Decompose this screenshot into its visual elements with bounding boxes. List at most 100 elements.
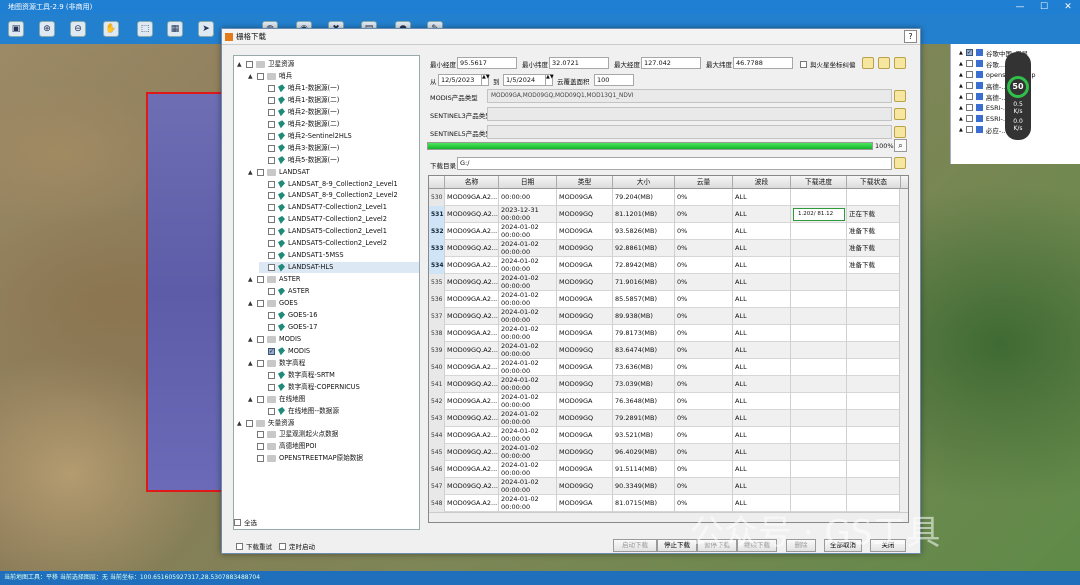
download-dir-folder-icon[interactable] (894, 157, 906, 169)
cloud-cover-input[interactable]: 100 (594, 74, 634, 86)
tree-node[interactable]: 卫星观测起火点数据 (248, 429, 419, 440)
expand-icon[interactable]: ▲ (248, 167, 254, 178)
expand-icon[interactable]: ▲ (248, 358, 254, 369)
tree-checkbox[interactable] (268, 288, 275, 296)
tree-node[interactable]: 哨兵2-数据源(一) (259, 107, 419, 118)
tree-checkbox[interactable] (268, 371, 275, 379)
column-header[interactable]: 波段 (733, 176, 791, 189)
layer-item[interactable]: ▲ 高德-... (959, 80, 1007, 91)
to-date-spinner[interactable]: ▲▼ (545, 74, 554, 86)
max-lat-input[interactable]: 46.7788 (733, 57, 793, 69)
tree-node[interactable]: 在线地图--数据源 (259, 406, 419, 417)
tree-checkbox[interactable] (257, 359, 264, 367)
start-download-button[interactable]: 启动下载 (613, 539, 657, 552)
select-all-checkbox[interactable]: 全选 (234, 517, 257, 527)
expand-icon[interactable]: ▲ (248, 394, 254, 405)
expand-icon[interactable]: ▲ (248, 298, 254, 309)
retry-box[interactable] (236, 542, 243, 550)
table-row[interactable]: 537 MOD09GQ.A2... 2024-01-02 00:00:00 MOD09G… (429, 308, 908, 325)
tree-checkbox[interactable] (257, 168, 264, 176)
tree-checkbox[interactable] (268, 216, 275, 224)
tree-checkbox[interactable] (268, 240, 275, 248)
tree-node[interactable]: ▲ 在线地图 (248, 394, 419, 405)
modis-product-edit-icon[interactable] (894, 90, 906, 102)
tree-node[interactable]: LANDSAT7-Collection2_Level2 (259, 214, 419, 225)
tree-node[interactable]: 数字高程-SRTM (259, 370, 419, 381)
dialog-help-icon[interactable]: ? (904, 30, 917, 43)
tree-node[interactable]: ASTER (259, 286, 419, 297)
retry-checkbox[interactable]: 下载重试 (236, 541, 272, 551)
tree-node[interactable]: LANDSAT-HLS (259, 262, 419, 274)
table-row[interactable]: 530 MOD09GA.A2... 00:00:00 MOD09GA 79.204(MB… (429, 189, 908, 206)
download-dir-input[interactable]: G:/ (457, 157, 892, 170)
tree-checkbox[interactable] (268, 407, 275, 415)
layer-item[interactable]: ▲ 必应-... (959, 124, 1007, 135)
min-lon-input[interactable]: 95.5617 (457, 57, 517, 69)
map-pick-icon[interactable] (862, 57, 874, 69)
table-row[interactable]: 534 MOD09GA.A2... 2024-01-02 00:00:00 MOD09G… (429, 257, 908, 274)
tree-node[interactable]: LANDSAT_8-9_Collection2_Level1 (259, 179, 419, 190)
tree-checkbox[interactable] (268, 156, 275, 164)
layer-item[interactable]: ▲ ESRI-... (959, 113, 1009, 124)
column-header[interactable] (901, 176, 908, 189)
table-row[interactable]: 533 MOD09GQ.A2... 2024-01-02 00:00:00 MOD09G… (429, 240, 908, 257)
import-extent-icon[interactable] (878, 57, 890, 69)
tree-node[interactable]: LANDSAT5-Collection2_Level2 (259, 238, 419, 249)
table-row[interactable]: 545 MOD09GQ.A2... 2024-01-02 00:00:00 MOD09G… (429, 444, 908, 461)
tree-checkbox[interactable] (268, 311, 275, 319)
mars-correction-box[interactable] (800, 60, 807, 68)
layer-item[interactable]: ▲ ESRI-... (959, 102, 1009, 113)
tree-node[interactable]: ▲ 卫星资源 (237, 59, 419, 70)
tree-node[interactable]: LANDSAT1-5MSS (259, 250, 419, 261)
table-row[interactable]: 547 MOD09GQ.A2... 2024-01-02 00:00:00 MOD09G… (429, 478, 908, 495)
tree-node[interactable]: 哨兵5-数据源(一) (259, 155, 419, 166)
layer-checkbox[interactable] (965, 82, 973, 89)
tree-checkbox[interactable] (268, 204, 275, 212)
tree-checkbox[interactable] (268, 96, 275, 104)
layer-checkbox[interactable] (965, 126, 973, 133)
close-icon[interactable]: ✕ (1062, 1, 1074, 13)
tree-checkbox[interactable] (268, 323, 275, 331)
table-row[interactable]: 539 MOD09GQ.A2... 2024-01-02 00:00:00 MOD09G… (429, 342, 908, 359)
max-lon-input[interactable]: 127.042 (641, 57, 701, 69)
tree-checkbox[interactable] (257, 276, 264, 284)
layer-checkbox[interactable]: ✓ (965, 49, 973, 56)
pan-hand-icon[interactable]: ✋ (103, 21, 119, 37)
sentinel3-product-edit-icon[interactable] (894, 108, 906, 120)
tree-checkbox[interactable] (268, 84, 275, 92)
layer-checkbox[interactable] (965, 60, 973, 67)
tree-checkbox[interactable] (268, 252, 275, 260)
tree-checkbox[interactable] (268, 180, 275, 188)
folder-open-icon[interactable] (894, 57, 906, 69)
expand-icon[interactable]: ▲ (959, 105, 963, 111)
expand-icon[interactable]: ▲ (959, 83, 963, 89)
expand-icon[interactable]: ▲ (959, 72, 963, 78)
tree-node[interactable]: ▲ MODIS (248, 334, 419, 345)
table-row[interactable]: 532 MOD09GA.A2... 2024-01-02 00:00:00 MOD09G… (429, 223, 908, 240)
expand-icon[interactable]: ▲ (959, 94, 963, 100)
table-row[interactable]: 538 MOD09GA.A2... 2024-01-02 00:00:00 MOD09G… (429, 325, 908, 342)
tree-checkbox[interactable] (268, 192, 275, 200)
table-row[interactable]: 541 MOD09GQ.A2... 2024-01-02 00:00:00 MOD09G… (429, 376, 908, 393)
sentinel3-product-field[interactable] (487, 107, 892, 121)
tree-checkbox[interactable] (268, 132, 275, 140)
tree-node[interactable]: 哨兵3-数据源(一) (259, 143, 419, 154)
tree-node[interactable]: ▲ ASTER (248, 274, 419, 285)
table-row[interactable]: 543 MOD09GQ.A2... 2024-01-02 00:00:00 MOD09G… (429, 410, 908, 427)
zoom-in-icon[interactable]: ⊕ (39, 21, 55, 37)
tree-checkbox[interactable] (268, 228, 275, 236)
table-row[interactable]: 531 MOD09GQ.A2... 2023-12-31 00:00:00 MOD09G… (429, 206, 908, 223)
tree-node[interactable]: ▲ 哨兵 (248, 71, 419, 82)
column-header[interactable]: 下载进度 (791, 176, 847, 189)
tree-checkbox[interactable] (257, 455, 264, 463)
expand-icon[interactable]: ▲ (959, 127, 963, 133)
select-icon[interactable]: ⬚ (137, 21, 153, 37)
table-row[interactable]: 542 MOD09GA.A2... 2024-01-02 00:00:00 MOD09G… (429, 393, 908, 410)
layer-item[interactable]: ▲ 谷歌... (959, 58, 1005, 69)
tree-node[interactable]: LANDSAT_8-9_Collection2_Level2 (259, 190, 419, 201)
column-header[interactable]: 大小 (613, 176, 675, 189)
tree-node[interactable]: GOES-17 (259, 322, 419, 333)
from-date-spinner[interactable]: ▲▼ (481, 74, 490, 86)
search-icon[interactable]: ⌕ (894, 139, 907, 152)
tree-node[interactable]: 哨兵2-Sentinel2HLS (259, 131, 419, 142)
